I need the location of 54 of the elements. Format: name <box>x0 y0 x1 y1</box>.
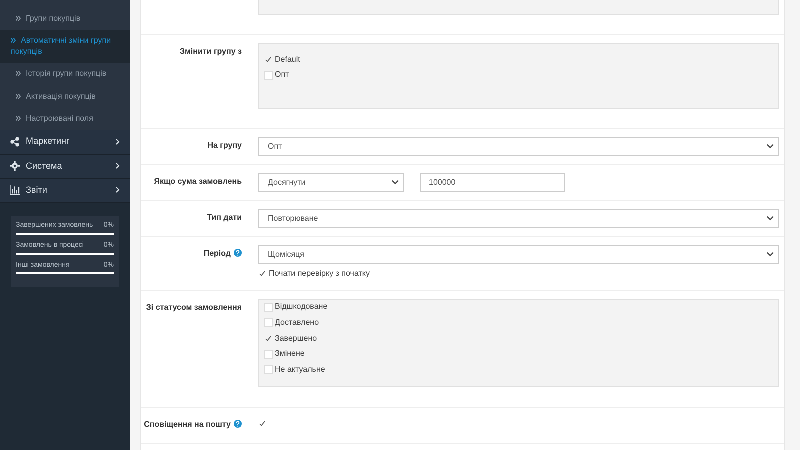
checkbox[interactable] <box>264 70 273 80</box>
select-field[interactable]: Щомісяця <box>258 245 779 264</box>
share-icon <box>10 136 20 147</box>
field-label: Тип дати <box>207 213 242 222</box>
checkbox[interactable] <box>264 350 273 359</box>
select-field[interactable]: Повторюване <box>258 209 779 228</box>
checkbox-label: Завершено <box>275 334 318 344</box>
sidebar-subitem[interactable]: Групи покупців <box>0 8 130 30</box>
checkbox[interactable] <box>264 334 273 344</box>
chevron-icon <box>116 163 120 170</box>
checkbox[interactable] <box>264 318 273 328</box>
checkbox[interactable] <box>264 365 273 374</box>
select-field[interactable]: Опт <box>258 137 779 156</box>
chevron-icon <box>116 187 120 194</box>
checkbox-label: Змінене <box>275 349 305 360</box>
sidebar-subitem[interactable]: Історія групи покупців <box>0 63 130 86</box>
checkbox-label: Почати перевірку з початку <box>269 268 370 279</box>
checkbox-label: Доставлено <box>275 318 320 328</box>
field-label: Змінити групу з <box>180 47 242 56</box>
checkbox[interactable] <box>264 55 273 64</box>
select-field[interactable]: Досягнути <box>258 173 404 192</box>
field-label: Період <box>204 249 231 258</box>
chevron-icon <box>116 138 120 145</box>
sidebar-subitem[interactable]: Автоматичні зміни групи покупців <box>0 30 130 64</box>
settings-icon <box>10 161 20 172</box>
help-icon[interactable] <box>234 249 242 257</box>
field-label: Сповіщення на пошту <box>144 420 231 429</box>
sidebar-subitem[interactable]: Активація покупців <box>0 86 130 108</box>
checkbox-label: Опт <box>275 70 290 80</box>
field-label: На групу <box>208 141 242 150</box>
checkbox[interactable] <box>264 302 273 312</box>
dropdown-caret-icon <box>392 180 399 185</box>
checkbox-label: Default <box>275 54 300 65</box>
dropdown-caret-icon <box>767 216 774 221</box>
sidebar-menu-item[interactable]: Звіти <box>0 178 130 204</box>
sidebar-menu-item[interactable]: Маркетинг <box>0 130 130 155</box>
chevron-icon <box>11 38 16 44</box>
text-input[interactable]: 100000 <box>420 173 565 192</box>
sidebar-subitem[interactable]: Настроювані поля <box>0 108 130 130</box>
checkbox-label: Не актуальне <box>275 364 326 375</box>
field-label: Зі статусом замовлення <box>146 302 242 312</box>
chevron-icon <box>16 116 21 121</box>
checkbox[interactable] <box>258 420 267 429</box>
chevron-icon <box>16 71 21 76</box>
bar-chart-icon <box>10 185 20 196</box>
checkbox-label: Відшкодоване <box>275 302 328 312</box>
chevron-icon <box>16 94 21 99</box>
checkbox[interactable] <box>258 269 267 278</box>
dropdown-caret-icon <box>767 252 774 257</box>
sidebar-menu-item[interactable]: Система <box>0 154 130 179</box>
help-icon[interactable] <box>234 420 242 428</box>
chevron-icon <box>16 16 21 21</box>
dropdown-caret-icon <box>767 144 774 149</box>
field-label: Якщо сума замовлень <box>154 177 242 186</box>
